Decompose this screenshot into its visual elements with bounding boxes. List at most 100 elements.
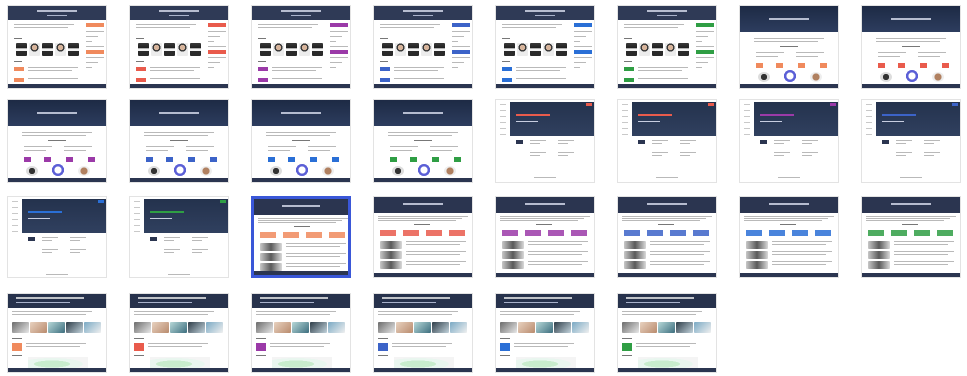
sidebar-item[interactable]: [500, 134, 506, 135]
template-thumbnail[interactable]: [373, 293, 473, 373]
template-thumbnail[interactable]: [373, 196, 473, 278]
header-subtitle: [503, 302, 558, 303]
category-tile[interactable]: [624, 230, 640, 236]
corner-button[interactable]: [220, 200, 226, 203]
category-tile[interactable]: [502, 230, 518, 236]
category-tile[interactable]: [306, 232, 322, 238]
sidebar-item[interactable]: [866, 128, 872, 129]
sidebar-item[interactable]: [134, 231, 140, 232]
sidebar-item[interactable]: [866, 110, 872, 111]
category-tile[interactable]: [891, 230, 907, 236]
sidebar-item[interactable]: [12, 225, 18, 226]
category-tile[interactable]: [792, 230, 808, 236]
template-thumbnail[interactable]: [739, 99, 839, 183]
template-thumbnail[interactable]: [7, 196, 107, 278]
template-thumbnail[interactable]: [861, 99, 961, 183]
sidebar-item[interactable]: [12, 213, 18, 214]
text-line: [896, 152, 912, 153]
template-thumbnail[interactable]: [373, 5, 473, 89]
template-thumbnail[interactable]: [495, 99, 595, 183]
corner-button[interactable]: [952, 103, 958, 106]
template-thumbnail[interactable]: [617, 5, 717, 89]
template-thumbnail[interactable]: [495, 196, 595, 278]
sidebar-item[interactable]: [134, 219, 140, 220]
category-tile[interactable]: [746, 230, 762, 236]
category-tile[interactable]: [525, 230, 541, 236]
corner-button[interactable]: [708, 103, 714, 106]
template-thumbnail[interactable]: [129, 293, 229, 373]
template-thumbnail[interactable]: [129, 99, 229, 183]
category-tile[interactable]: [403, 230, 419, 236]
template-thumbnail[interactable]: [739, 196, 839, 278]
sidebar-item[interactable]: [134, 213, 140, 214]
sidebar-item[interactable]: [744, 134, 750, 135]
template-thumbnail[interactable]: [251, 196, 351, 278]
corner-button[interactable]: [586, 103, 592, 106]
sidebar-item[interactable]: [134, 207, 140, 208]
category-tile[interactable]: [693, 230, 709, 236]
category-tile[interactable]: [380, 230, 396, 236]
sidebar-item[interactable]: [134, 225, 140, 226]
template-thumbnail[interactable]: [495, 293, 595, 373]
sidebar-item[interactable]: [12, 201, 18, 202]
category-tile[interactable]: [914, 230, 930, 236]
sidebar-item[interactable]: [622, 110, 628, 111]
template-thumbnail[interactable]: [251, 99, 351, 183]
template-thumbnail[interactable]: [129, 5, 229, 89]
feature-icon: [432, 157, 439, 162]
sidebar-item[interactable]: [866, 116, 872, 117]
template-thumbnail[interactable]: [251, 293, 351, 373]
sidebar-item[interactable]: [622, 134, 628, 135]
template-thumbnail[interactable]: [129, 196, 229, 278]
template-thumbnail[interactable]: [617, 99, 717, 183]
template-thumbnail[interactable]: [861, 5, 961, 89]
sidebar-item[interactable]: [866, 104, 872, 105]
category-tile[interactable]: [426, 230, 442, 236]
template-thumbnail[interactable]: [373, 99, 473, 183]
template-thumbnail[interactable]: [861, 196, 961, 278]
category-tile[interactable]: [670, 230, 686, 236]
sidebar-item[interactable]: [866, 134, 872, 135]
sidebar-item[interactable]: [622, 128, 628, 129]
template-thumbnail[interactable]: [495, 5, 595, 89]
corner-button[interactable]: [98, 200, 104, 203]
sidebar-item[interactable]: [500, 122, 506, 123]
sidebar-item[interactable]: [744, 104, 750, 105]
category-tile[interactable]: [868, 230, 884, 236]
category-tile[interactable]: [571, 230, 587, 236]
sidebar-item[interactable]: [744, 116, 750, 117]
category-tile[interactable]: [548, 230, 564, 236]
category-tile[interactable]: [449, 230, 465, 236]
category-tile[interactable]: [769, 230, 785, 236]
template-thumbnail[interactable]: [617, 196, 717, 278]
template-thumbnail[interactable]: [7, 5, 107, 89]
sidebar-item[interactable]: [134, 201, 140, 202]
sidebar-item[interactable]: [500, 128, 506, 129]
sidebar-item[interactable]: [500, 116, 506, 117]
sidebar-item[interactable]: [744, 110, 750, 111]
template-thumbnail[interactable]: [7, 99, 107, 183]
sidebar-item[interactable]: [500, 104, 506, 105]
sidebar-item[interactable]: [744, 122, 750, 123]
sidebar-item[interactable]: [866, 122, 872, 123]
category-tile[interactable]: [647, 230, 663, 236]
category-tile[interactable]: [815, 230, 831, 236]
category-tile[interactable]: [937, 230, 953, 236]
sidebar-item[interactable]: [12, 207, 18, 208]
category-tile[interactable]: [283, 232, 299, 238]
sidebar-item[interactable]: [622, 104, 628, 105]
category-tile[interactable]: [329, 232, 345, 238]
sidebar-item[interactable]: [744, 128, 750, 129]
hero-subtitle: [638, 121, 660, 122]
template-thumbnail[interactable]: [617, 293, 717, 373]
template-thumbnail[interactable]: [7, 293, 107, 373]
template-thumbnail[interactable]: [739, 5, 839, 89]
template-thumbnail[interactable]: [251, 5, 351, 89]
sidebar-item[interactable]: [12, 219, 18, 220]
category-tile[interactable]: [260, 232, 276, 238]
corner-button[interactable]: [830, 103, 836, 106]
sidebar-item[interactable]: [500, 110, 506, 111]
sidebar-item[interactable]: [622, 116, 628, 117]
sidebar-item[interactable]: [622, 122, 628, 123]
sidebar-item[interactable]: [12, 231, 18, 232]
